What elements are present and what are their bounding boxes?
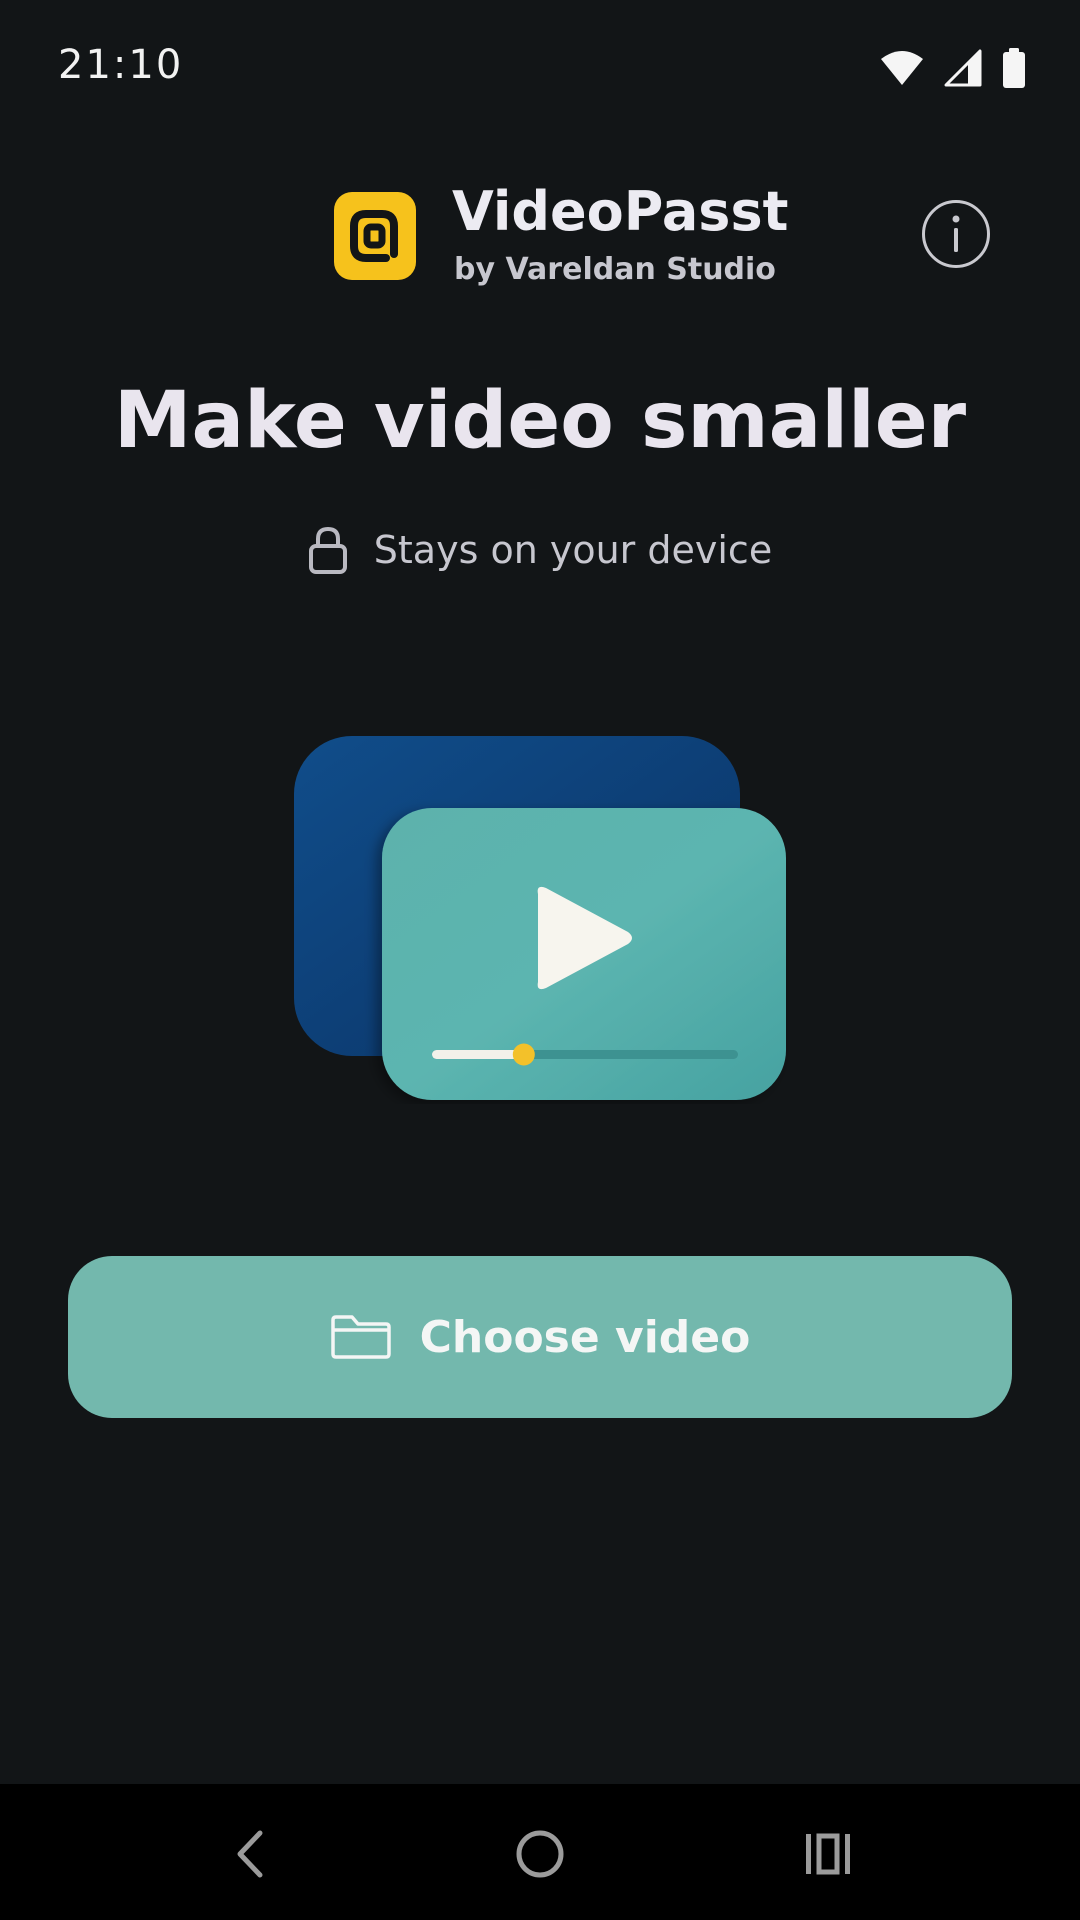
app-name: VideoPasst — [452, 180, 789, 243]
battery-icon — [1003, 48, 1025, 88]
choose-video-label: Choose video — [419, 1311, 751, 1363]
nav-home-button[interactable] — [500, 1814, 580, 1894]
system-nav-bar — [0, 1784, 1080, 1920]
privacy-text: Stays on your device — [373, 528, 773, 572]
cell-signal-icon — [944, 49, 982, 87]
progress-thumb — [512, 1043, 535, 1066]
page-title: Make video smaller — [113, 376, 967, 466]
nav-back-button[interactable] — [210, 1814, 290, 1894]
progress-fill — [432, 1050, 524, 1059]
wifi-icon — [881, 51, 923, 85]
app-screen: 21:10 VideoPasst by Vareldan Studio Make… — [0, 0, 1080, 1920]
recents-icon — [806, 1833, 850, 1875]
app-logo-icon — [334, 192, 416, 280]
home-icon — [516, 1830, 564, 1878]
app-byline: by Vareldan Studio — [454, 252, 776, 287]
info-icon — [952, 215, 960, 252]
app-header: VideoPasst by Vareldan Studio — [0, 180, 1080, 300]
folder-icon — [330, 1315, 391, 1359]
nav-recents-button[interactable] — [788, 1814, 868, 1894]
status-bar: 21:10 — [0, 0, 1080, 136]
status-icons — [880, 46, 1026, 90]
lock-icon — [308, 526, 347, 574]
back-icon — [237, 1830, 263, 1878]
status-time: 21:10 — [58, 42, 184, 88]
info-button[interactable] — [922, 200, 990, 268]
choose-video-button[interactable]: Choose video — [68, 1256, 1012, 1418]
privacy-note: Stays on your device — [0, 526, 1080, 574]
video-player-icon — [294, 736, 786, 1100]
